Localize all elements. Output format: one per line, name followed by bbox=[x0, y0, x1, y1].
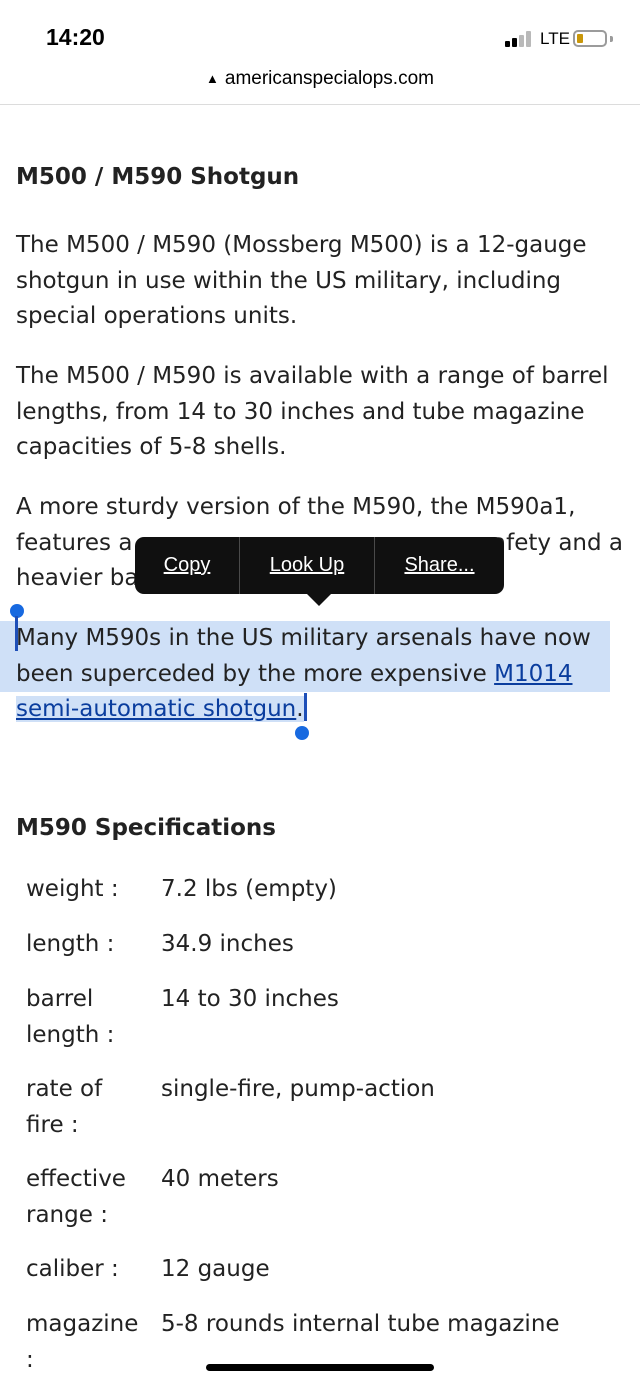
battery-tip bbox=[610, 36, 613, 42]
selection-end-caret bbox=[303, 693, 307, 721]
selected-line: been superceded by the more expensive M1… bbox=[0, 656, 610, 692]
address-bar-divider bbox=[0, 104, 640, 105]
battery-icon bbox=[573, 30, 607, 47]
text-line: The M500 / M590 is available with a rang… bbox=[16, 363, 609, 389]
signal-icon bbox=[505, 31, 535, 47]
status-bar: 14:20 LTE bbox=[0, 0, 640, 64]
menu-pointer bbox=[306, 593, 332, 606]
copy-menu-item[interactable]: Copy bbox=[135, 537, 239, 594]
specs-title: M590 Specifications bbox=[16, 815, 276, 841]
spec-value: 40 meters bbox=[161, 1166, 279, 1192]
text-line: The M500 / M590 (Mossberg M500) is a 12-… bbox=[16, 232, 587, 258]
spec-value: 5-8 rounds internal tube magazine bbox=[161, 1311, 560, 1337]
address-bar[interactable]: ▲ americanspecialops.com bbox=[0, 68, 640, 104]
spec-label-line: length : bbox=[26, 1021, 115, 1048]
look-up-menu-item[interactable]: Look Up bbox=[240, 537, 374, 594]
spec-label-line: rate of bbox=[26, 1076, 103, 1102]
spec-label: barrel length : bbox=[26, 982, 141, 1053]
paragraph-barrels: The M500 / M590 is available with a rang… bbox=[16, 359, 609, 466]
spec-label-line: : bbox=[26, 1346, 34, 1373]
selected-line: Many M590s in the US military arsenals h… bbox=[0, 621, 610, 657]
text-line: capacities of 5-8 shells. bbox=[16, 434, 287, 460]
text-line: shotgun in use within the US military, i… bbox=[16, 267, 562, 294]
spec-label: rate of fire : bbox=[26, 1072, 141, 1143]
paragraph-intro: The M500 / M590 (Mossberg M500) is a 12-… bbox=[16, 228, 587, 335]
text-fragment: afety and a bbox=[492, 529, 623, 556]
spec-label: length : bbox=[26, 931, 115, 957]
spec-value: 14 to 30 inches bbox=[161, 986, 339, 1012]
edit-context-menu: Copy Look Up Share... bbox=[135, 537, 504, 594]
spec-value: 12 gauge bbox=[161, 1256, 270, 1282]
link-semi-automatic-shotgun[interactable]: semi-automatic shotgun bbox=[16, 696, 296, 722]
text-fragment: been superceded by the more expensive bbox=[16, 660, 495, 687]
selection-end-handle[interactable] bbox=[295, 726, 309, 740]
spec-value: 34.9 inches bbox=[161, 931, 294, 957]
selected-line: semi-automatic shotgun. bbox=[0, 692, 610, 728]
text-line: special operations units. bbox=[16, 303, 298, 329]
spec-label-line: fire : bbox=[26, 1111, 79, 1138]
spec-label-line: range : bbox=[26, 1201, 108, 1228]
url-text: americanspecialops.com bbox=[224, 68, 434, 89]
spec-label-line: magazine bbox=[26, 1311, 139, 1337]
spec-label: magazine : bbox=[26, 1307, 141, 1378]
spec-value: single-fire, pump-action bbox=[161, 1076, 435, 1102]
text-line: A more sturdy version of the M590, the M… bbox=[16, 494, 576, 520]
selection-start-stem bbox=[15, 616, 18, 651]
spec-label: weight : bbox=[26, 876, 119, 902]
spec-label: caliber : bbox=[26, 1256, 119, 1282]
spec-label-line: effective bbox=[26, 1166, 126, 1192]
paragraph-selected[interactable]: Many M590s in the US military arsenals h… bbox=[0, 621, 610, 728]
status-time: 14:20 bbox=[46, 24, 105, 50]
share-menu-item[interactable]: Share... bbox=[375, 537, 504, 594]
text-fragment: features a bbox=[16, 529, 133, 556]
article-title: M500 / M590 Shotgun bbox=[16, 164, 300, 190]
link-m1014[interactable]: M1014 bbox=[494, 661, 572, 687]
lock-icon: ▲ bbox=[206, 71, 219, 86]
network-type: LTE bbox=[540, 29, 570, 48]
text-line: lengths, from 14 to 30 inches and tube m… bbox=[16, 398, 585, 425]
spec-label: effective range : bbox=[26, 1162, 141, 1233]
spec-label-line: barrel bbox=[26, 986, 94, 1012]
spec-value: 7.2 lbs (empty) bbox=[161, 876, 337, 902]
text-fragment: . bbox=[296, 696, 304, 722]
home-indicator[interactable] bbox=[206, 1364, 434, 1371]
